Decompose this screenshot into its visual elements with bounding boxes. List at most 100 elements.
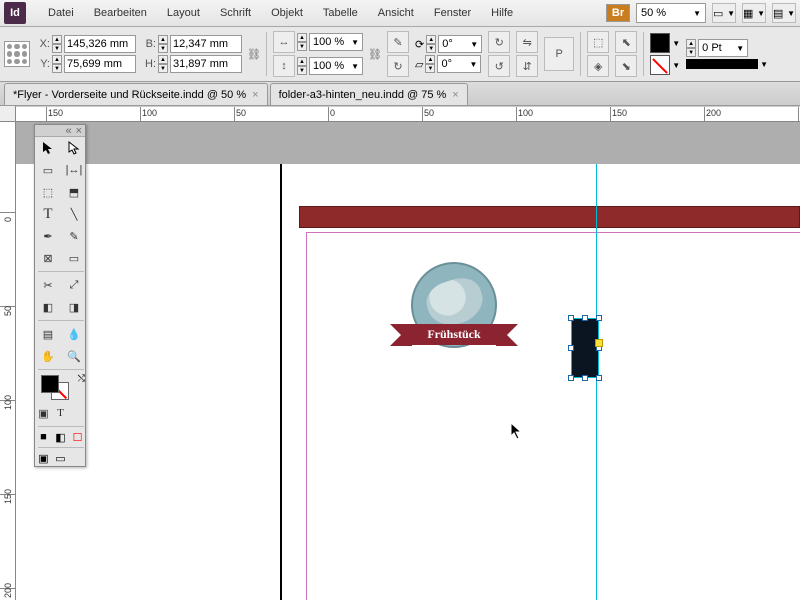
apply-color-icon[interactable]: ■: [35, 429, 52, 445]
w-label: B:: [142, 38, 156, 50]
screen-mode-button[interactable]: ▭▼: [712, 3, 736, 23]
shear-icon: ▱: [415, 58, 423, 71]
gradient-swatch-tool[interactable]: ◧: [35, 296, 61, 318]
formatting-container-icon[interactable]: ▣: [35, 402, 52, 424]
apply-gradient-icon[interactable]: ◧: [52, 429, 69, 445]
menu-tabelle[interactable]: Tabelle: [313, 7, 368, 19]
cyan-guide[interactable]: [596, 164, 597, 600]
close-icon[interactable]: ×: [452, 89, 458, 101]
tab-flyer[interactable]: *Flyer - Vorderseite und Rückseite.indd …: [4, 83, 268, 105]
rectangle-tool[interactable]: ▭: [61, 247, 87, 269]
select-content-icon[interactable]: ◈: [587, 55, 609, 77]
clear-transform-icon[interactable]: ✎: [387, 31, 409, 53]
scissors-tool[interactable]: ✂: [35, 274, 61, 296]
bridge-button[interactable]: Br: [606, 4, 630, 22]
ruler-origin[interactable]: [0, 106, 16, 122]
scale-x-input[interactable]: 100 %▼: [309, 33, 363, 51]
reference-point[interactable]: [4, 41, 30, 67]
note-tool[interactable]: ▤: [35, 323, 61, 345]
x-input[interactable]: 145,326 mm: [64, 35, 136, 53]
select-next-icon[interactable]: ⬊: [615, 55, 637, 77]
menu-ansicht[interactable]: Ansicht: [368, 7, 424, 19]
vertical-ruler[interactable]: 050100150200: [0, 122, 16, 600]
menu-schrift[interactable]: Schrift: [210, 7, 261, 19]
p-icon[interactable]: P: [544, 37, 574, 71]
rotate-cw-icon[interactable]: ↻: [488, 31, 510, 53]
margin-guide: [306, 232, 800, 600]
stroke-weight-input[interactable]: 0 Pt▼: [698, 39, 748, 57]
workspace-button[interactable]: ▤▼: [772, 3, 796, 23]
fill-swatch[interactable]: [650, 33, 670, 53]
zoom-tool[interactable]: 🔍: [61, 345, 87, 367]
arrange-button[interactable]: ▦▼: [742, 3, 766, 23]
gap-tool[interactable]: |↔|: [61, 159, 87, 181]
tab-folder[interactable]: folder-a3-hinten_neu.indd @ 75 % ×: [270, 83, 468, 105]
apply-none-icon[interactable]: ☐: [69, 429, 86, 445]
control-bar: X:▲▼145,326 mm Y:▲▼75,699 mm B:▲▼12,347 …: [0, 27, 800, 82]
y-label: Y:: [36, 58, 50, 70]
red-header-bar[interactable]: [299, 206, 800, 228]
type-tool[interactable]: T: [35, 203, 61, 225]
scale-y-icon: ↕: [273, 55, 295, 77]
tab-label: *Flyer - Vorderseite und Rückseite.indd …: [13, 89, 246, 101]
menubar: Id Datei Bearbeiten Layout Schrift Objek…: [0, 0, 800, 27]
zoom-value: 50 %: [641, 7, 666, 19]
horizontal-ruler[interactable]: 15010050050100150200250: [16, 106, 800, 122]
select-container-icon[interactable]: ⬚: [587, 31, 609, 53]
toolbox: «× ▭ |↔| ⬚ ⬒ T ╲ ✒ ✎ ⊠ ▭ ✂ ⤢ ◧ ◨ ▤ 💧 ✋ 🔍: [34, 124, 86, 467]
fill-stroke-proxy[interactable]: ⤭: [35, 372, 87, 402]
preview-view-icon[interactable]: ▭: [52, 450, 69, 466]
live-corner-widget[interactable]: [595, 339, 603, 347]
page-tool[interactable]: ▭: [35, 159, 61, 181]
y-input[interactable]: 75,699 mm: [64, 55, 136, 73]
w-input[interactable]: 12,347 mm: [170, 35, 242, 53]
transform-again-icon[interactable]: ↻: [387, 55, 409, 77]
flip-h-icon[interactable]: ⇋: [516, 31, 538, 53]
close-icon[interactable]: ×: [252, 89, 258, 101]
pencil-tool[interactable]: ✎: [61, 225, 87, 247]
stroke-swatch[interactable]: [650, 55, 670, 75]
page-edge: [280, 164, 282, 600]
document-tabs: *Flyer - Vorderseite und Rückseite.indd …: [0, 82, 800, 106]
constrain-scale-icon[interactable]: ⛓: [369, 36, 381, 72]
zoom-level[interactable]: 50 %▼: [636, 3, 706, 23]
stroke-style[interactable]: [686, 59, 758, 69]
gradient-feather-tool[interactable]: ◨: [61, 296, 87, 318]
cursor-icon: [510, 422, 524, 443]
shear-input[interactable]: 0°▼: [437, 55, 481, 73]
rectangle-frame-tool[interactable]: ⊠: [35, 247, 61, 269]
menu-layout[interactable]: Layout: [157, 7, 210, 19]
pasteboard-bg: [16, 122, 800, 164]
menu-hilfe[interactable]: Hilfe: [481, 7, 523, 19]
flip-v-icon[interactable]: ⇵: [516, 55, 538, 77]
canvas[interactable]: Frühstück: [16, 122, 800, 600]
h-input[interactable]: 31,897 mm: [170, 55, 242, 73]
collapse-icon[interactable]: «: [65, 125, 71, 137]
close-icon[interactable]: ×: [76, 125, 82, 137]
menu-objekt[interactable]: Objekt: [261, 7, 313, 19]
content-collector-tool[interactable]: ⬚: [35, 181, 61, 203]
swap-icon[interactable]: ⤭: [78, 373, 85, 384]
pen-tool[interactable]: ✒: [35, 225, 61, 247]
tab-label: folder-a3-hinten_neu.indd @ 75 %: [279, 89, 447, 101]
fruehstueck-badge[interactable]: Frühstück: [406, 262, 501, 345]
selection-tool[interactable]: [35, 137, 61, 159]
normal-view-icon[interactable]: ▣: [35, 450, 52, 466]
rotate-input[interactable]: 0°▼: [438, 35, 482, 53]
rotate-ccw-icon[interactable]: ↺: [488, 55, 510, 77]
line-tool[interactable]: ╲: [61, 203, 87, 225]
formatting-text-icon[interactable]: T: [52, 402, 69, 424]
menu-datei[interactable]: Datei: [38, 7, 84, 19]
free-transform-tool[interactable]: ⤢: [61, 274, 87, 296]
selected-object[interactable]: [571, 318, 599, 378]
content-placer-tool[interactable]: ⬒: [61, 181, 87, 203]
constrain-wh-icon[interactable]: ⛓: [248, 36, 260, 72]
scale-y-input[interactable]: 100 %▼: [309, 57, 363, 75]
toolbox-header[interactable]: «×: [35, 125, 85, 137]
menu-fenster[interactable]: Fenster: [424, 7, 481, 19]
eyedropper-tool[interactable]: 💧: [61, 323, 87, 345]
menu-bearbeiten[interactable]: Bearbeiten: [84, 7, 157, 19]
hand-tool[interactable]: ✋: [35, 345, 61, 367]
direct-selection-tool[interactable]: [61, 137, 87, 159]
select-prev-icon[interactable]: ⬉: [615, 31, 637, 53]
